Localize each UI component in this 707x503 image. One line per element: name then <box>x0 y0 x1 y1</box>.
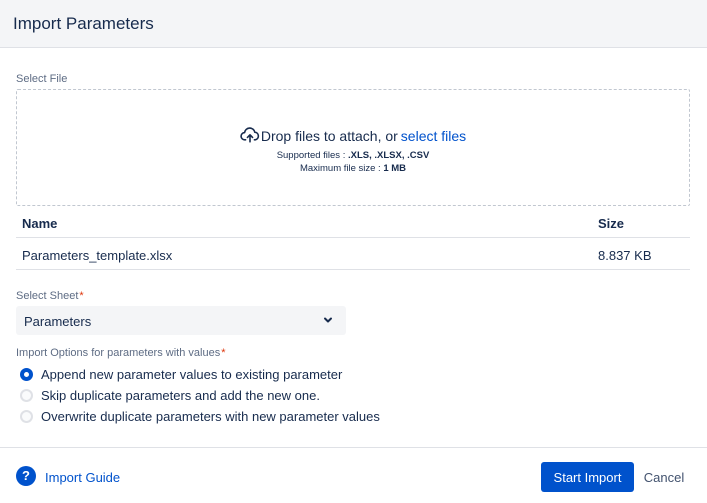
chevron-down-icon <box>324 317 332 323</box>
drop-text: Drop files to attach, or <box>260 128 398 144</box>
sheet-select[interactable]: Parameters <box>16 306 346 335</box>
select-sheet-label-text: Select Sheet <box>16 290 79 302</box>
cloud-upload-icon <box>240 127 259 143</box>
dialog-header: Import Parameters <box>0 0 707 48</box>
file-table: Name Size Parameters_template.xlsx 8.837… <box>16 206 690 270</box>
radio-checked-icon[interactable] <box>20 368 33 381</box>
file-name-cell: Parameters_template.xlsx <box>22 248 173 263</box>
file-dropzone[interactable]: Drop files to attach, or select files Sup… <box>16 89 690 206</box>
select-sheet-label: Select Sheet* <box>16 290 84 302</box>
sheet-select-value: Parameters <box>24 314 92 329</box>
column-name-header: Name <box>22 216 58 231</box>
import-options-label: Import Options for parameters with value… <box>16 347 225 359</box>
column-size-header: Size <box>598 216 625 231</box>
select-files-link[interactable]: select files <box>401 128 466 144</box>
option-label: Overwrite duplicate parameters with new … <box>41 409 380 424</box>
help-icon[interactable]: ? <box>16 466 36 486</box>
dialog-title: Import Parameters <box>13 14 154 33</box>
table-header: Name Size <box>16 206 690 238</box>
supported-files-text: Supported files : .XLS, .XLSX, .CSV <box>17 150 689 161</box>
footer-divider <box>0 447 707 448</box>
max-file-size-text: Maximum file size : 1 MB <box>17 163 689 174</box>
radio-unchecked-icon[interactable] <box>20 410 33 423</box>
start-import-button[interactable]: Start Import <box>541 462 634 492</box>
import-options-label-text: Import Options for parameters with value… <box>16 347 221 359</box>
max-file-size-value: 1 MB <box>383 163 407 174</box>
table-row: Parameters_template.xlsx 8.837 KB <box>16 238 690 270</box>
select-file-label: Select File <box>16 73 68 85</box>
file-size-cell: 8.837 KB <box>598 248 652 263</box>
radio-unchecked-icon[interactable] <box>20 389 33 402</box>
supported-files-types: .XLS, .XLSX, .CSV <box>347 150 430 161</box>
max-file-size-prefix: Maximum file size : <box>299 163 384 174</box>
required-mark: * <box>79 290 84 302</box>
supported-files-prefix: Supported files : <box>276 150 348 161</box>
option-label: Skip duplicate parameters and add the ne… <box>41 388 320 403</box>
cancel-button[interactable]: Cancel <box>636 462 692 492</box>
option-label: Append new parameter values to existing … <box>41 367 343 382</box>
required-mark: * <box>221 347 226 359</box>
import-guide-link[interactable]: Import Guide <box>45 470 120 485</box>
drop-instructions: Drop files to attach, or select files <box>17 127 689 144</box>
